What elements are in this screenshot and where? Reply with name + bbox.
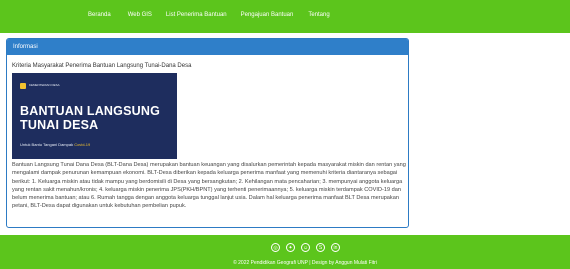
panel-title: Informasi — [7, 39, 408, 55]
info-panel: Informasi Kriteria Masyarakat Penerima B… — [6, 38, 409, 228]
instagram-icon[interactable]: ◎ — [271, 243, 280, 252]
banner-title-line1: BANTUAN LANGSUNG — [20, 104, 160, 118]
top-navbar: Beranda Web GIS List Penerima Bantuan Pe… — [0, 0, 570, 33]
ministry-emblem-icon — [20, 83, 26, 89]
social-links: ◎ ✦ ☺ S in — [271, 243, 340, 252]
nav-item-tentang[interactable]: Tentang — [308, 12, 329, 18]
chat-icon[interactable]: ☺ — [301, 243, 310, 252]
footer: ◎ ✦ ☺ S in © 2022 Pendidikan Geografi UN… — [0, 235, 570, 269]
banner-logo: KEMENTERIAN DESA — [20, 83, 69, 89]
copyright-text: © 2022 Pendidikan Geografi UNP | Design … — [233, 260, 377, 266]
banner-subtitle: Untuk Bantu Tangani Dampak Covid-19 — [20, 142, 90, 147]
banner-logo-text: KEMENTERIAN DESA — [29, 83, 60, 88]
nav-item-list-penerima[interactable]: List Penerima Bantuan — [166, 12, 227, 18]
linkedin-icon[interactable]: in — [331, 243, 340, 252]
nav-item-pengajuan[interactable]: Pengajuan Bantuan — [241, 12, 294, 18]
twitter-icon[interactable]: ✦ — [286, 243, 295, 252]
banner-title: BANTUAN LANGSUNG TUNAI DESA — [20, 104, 160, 132]
banner-subtitle-prefix: Untuk Bantu Tangani Dampak — [20, 142, 75, 147]
nav-menu: Beranda Web GIS List Penerima Bantuan Pe… — [88, 12, 330, 18]
blt-banner-image: KEMENTERIAN DESA BANTUAN LANGSUNG TUNAI … — [12, 73, 177, 159]
criteria-heading: Kriteria Masyarakat Penerima Bantuan Lan… — [12, 63, 192, 69]
blt-description: Bantuan Langsung Tunai Dana Desa (BLT-Da… — [12, 162, 406, 210]
nav-item-web-gis[interactable]: Web GIS — [128, 12, 152, 18]
nav-item-beranda[interactable]: Beranda — [88, 12, 111, 18]
skype-icon[interactable]: S — [316, 243, 325, 252]
banner-subtitle-highlight: Covid-19 — [74, 142, 91, 147]
panel-body: Kriteria Masyarakat Penerima Bantuan Lan… — [7, 55, 408, 211]
banner-title-line2: TUNAI DESA — [20, 118, 99, 132]
